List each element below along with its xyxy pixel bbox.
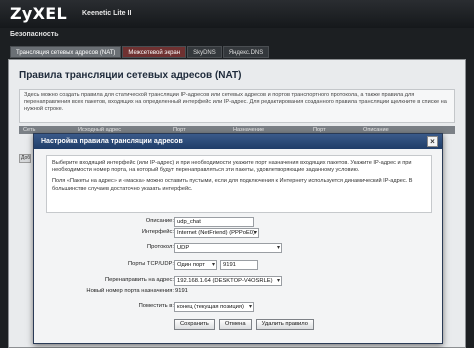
interface-label: Интерфейс:	[141, 229, 174, 235]
tab-yandex-dns[interactable]: Яндекс.DNS	[222, 46, 270, 58]
port-mode-select[interactable]: Один порт	[174, 260, 217, 270]
ports-row: Порты TCP/UDP: Один порт 9191	[34, 260, 444, 270]
tab-firewall[interactable]: Межсетевой экран	[122, 46, 187, 58]
zyxel-logo: ZyXEL	[10, 4, 67, 23]
description-input[interactable]: udp_chat	[174, 217, 254, 227]
position-row: Поместить в: конец (текущая позиция)	[34, 302, 444, 312]
add-rule-button[interactable]: Доб	[19, 154, 31, 163]
close-icon[interactable]: ×	[427, 136, 438, 147]
port-input[interactable]: 9191	[220, 260, 258, 270]
cancel-button[interactable]: Отмена	[218, 319, 252, 330]
device-model: Keenetic Lite II	[82, 10, 132, 17]
dialog-title-bar: Настройка правила трансляции адресов ×	[34, 134, 442, 149]
section-title: Безопасность	[10, 31, 59, 38]
dialog-title: Настройка правила трансляции адресов	[41, 138, 183, 145]
tab-bar: Трансляция сетевых адресов (NAT) Межсете…	[10, 46, 270, 58]
new-port-label: Новый номер порта назначения:	[86, 288, 174, 294]
rule-dialog: Настройка правила трансляции адресов × В…	[33, 133, 443, 344]
new-port-input[interactable]: 9191	[175, 288, 188, 294]
interface-select[interactable]: Internet (NetFriend) (PPPoE0)	[174, 228, 259, 238]
tab-skydns[interactable]: SkyDNS	[187, 46, 222, 58]
protocol-select[interactable]: UDP	[174, 243, 282, 253]
header-bar: ZyXEL Keenetic Lite II	[0, 0, 474, 28]
description-row: Описание: udp_chat	[34, 217, 444, 227]
dialog-info-text: Поля «Пакеты на адрес» и «маска» можно о…	[52, 178, 413, 192]
new-port-row: Новый номер порта назначения: 9191	[34, 287, 444, 297]
protocol-row: Протокол: UDP	[34, 243, 444, 253]
ports-label: Порты TCP/UDP:	[128, 261, 174, 267]
delete-rule-button[interactable]: Удалить правило	[255, 319, 314, 330]
panel-info: Здесь можно создать правила для статичес…	[19, 89, 455, 123]
redirect-label: Перенаправить на адрес:	[104, 277, 174, 283]
redirect-row: Перенаправить на адрес: 192.168.1.64 (DE…	[34, 276, 444, 286]
dialog-info: Выберите входящий интерфейс (или IP-адре…	[46, 155, 432, 213]
tab-nat[interactable]: Трансляция сетевых адресов (NAT)	[10, 46, 122, 58]
redirect-select[interactable]: 192.168.1.64 (DESKTOP-V4OSRLE)	[174, 276, 282, 286]
interface-row: Интерфейс: Internet (NetFriend) (PPPoE0)	[34, 228, 444, 238]
position-select[interactable]: конец (текущая позиция)	[174, 302, 254, 312]
dialog-info-text: Выберите входящий интерфейс (или IP-адре…	[52, 160, 412, 174]
position-label: Поместить в:	[138, 303, 174, 309]
protocol-label: Протокол:	[147, 244, 174, 250]
panel-title: Правила трансляции сетевых адресов (NAT)	[19, 70, 242, 81]
description-label: Описание:	[145, 218, 174, 224]
dialog-buttons: Сохранить Отмена Удалить правило	[174, 319, 318, 330]
save-button[interactable]: Сохранить	[174, 319, 215, 330]
